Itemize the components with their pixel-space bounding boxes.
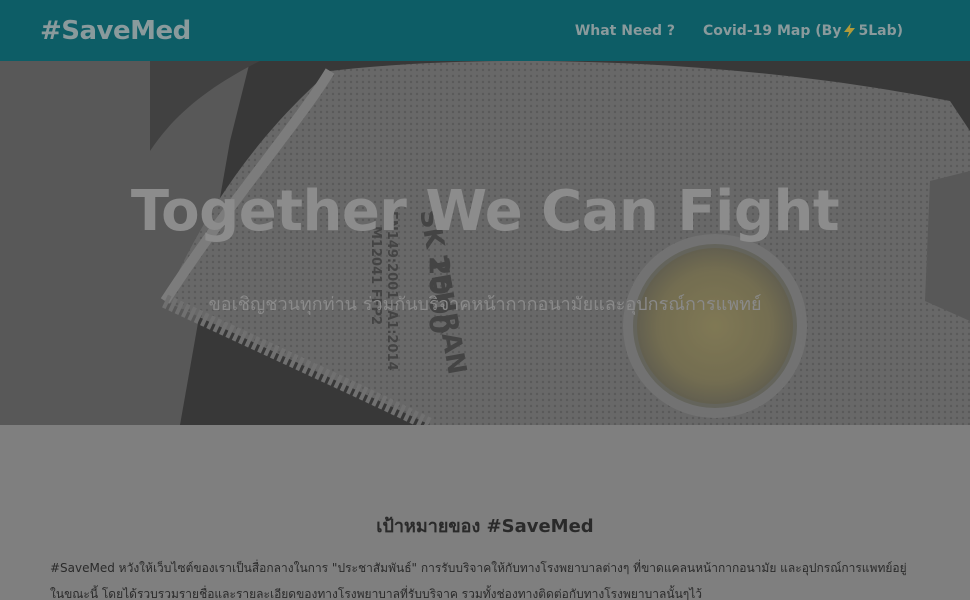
covid-map-label-suffix: 5Lab) bbox=[858, 22, 903, 39]
nav-links: What Need ? Covid-19 Map (By 5Lab) bbox=[575, 23, 930, 39]
nav-link-what-need[interactable]: What Need ? bbox=[575, 23, 675, 39]
hero-title: Together We Can Fight bbox=[130, 179, 840, 244]
hero-banner: SK TEHRAN 2000 EN149:2001+A1:2014 M12041… bbox=[0, 61, 970, 425]
goal-section: เป้าหมายของ #SaveMed #SaveMed หวังให้เว็… bbox=[0, 425, 970, 600]
goal-paragraph: #SaveMed หวังให้เว็บไซต์ของเราเป็นสื่อกล… bbox=[50, 561, 907, 600]
covid-map-label-prefix: Covid-19 Map (By bbox=[702, 22, 842, 39]
section-title: เป้าหมายของ #SaveMed bbox=[376, 516, 594, 537]
lightning-bolt-icon bbox=[844, 23, 856, 38]
site-logo[interactable]: #SaveMed bbox=[40, 16, 191, 46]
nav-link-covid-map[interactable]: Covid-19 Map (By 5Lab) bbox=[703, 23, 903, 39]
hero-subtitle: ขอเชิญชวนทุกท่าน ร่วมกันบริจาคหน้ากากอนา… bbox=[208, 294, 762, 315]
navbar: #SaveMed What Need ? Covid-19 Map (By 5L… bbox=[0, 0, 970, 61]
